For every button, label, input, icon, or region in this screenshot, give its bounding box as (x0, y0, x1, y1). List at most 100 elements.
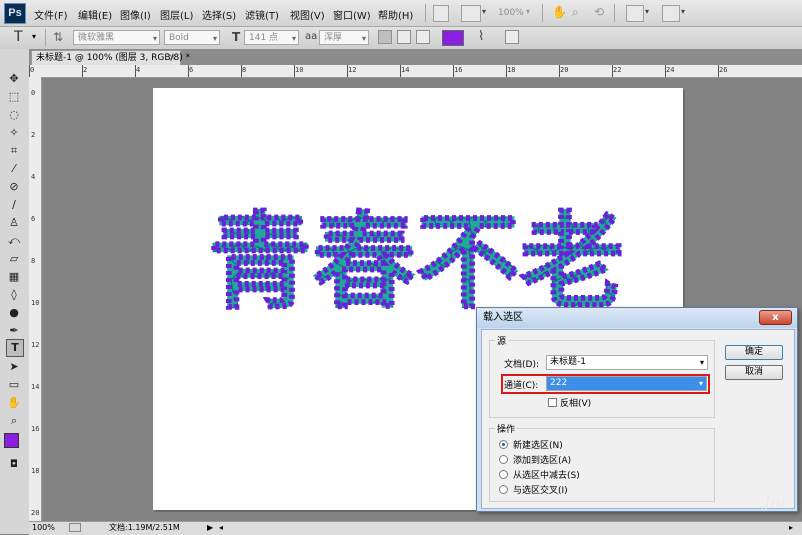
scroll-right-icon[interactable]: ▸ (789, 522, 793, 534)
chevron-down-icon: ▾ (212, 34, 217, 43)
load-selection-dialog: 载入选区 x 源 文档(D): 未标题-1 ▾ 通道(C): 222 ▾ 反相(V)… (476, 307, 798, 512)
photoshop-logo: Ps (4, 3, 26, 24)
character-panel-icon[interactable] (505, 30, 519, 44)
menu-layer[interactable]: 图层(L) (160, 7, 193, 22)
pen-tool-icon[interactable]: ✒ (6, 323, 22, 339)
separator (425, 4, 426, 22)
menu-window[interactable]: 窗口(W) (333, 7, 371, 22)
font-family-select[interactable]: 微软雅黑 ▾ (73, 30, 160, 45)
status-menu-arrow-icon[interactable]: ▶ (207, 522, 213, 534)
ruler-tick-label: 8 (242, 66, 247, 74)
ruler-tick (718, 65, 719, 77)
bridge-icon[interactable] (433, 5, 449, 22)
channel-select[interactable]: 222 ▾ (546, 376, 707, 391)
status-icon[interactable] (69, 523, 81, 532)
ruler-tick (29, 65, 30, 77)
document-tab[interactable]: 未标题-1 @ 100% (图层 3, RGB/8) * × (31, 50, 190, 66)
font-size-select[interactable]: 141 点 ▾ (244, 30, 299, 45)
chevron-down-icon[interactable]: ▾ (681, 7, 685, 16)
ruler-tick-label: 10 (31, 299, 40, 307)
chevron-down-icon: ▾ (361, 34, 366, 43)
dodge-tool-icon[interactable]: ● (6, 305, 22, 321)
radio-new-selection[interactable] (499, 440, 508, 449)
ruler-tick-label: 18 (507, 66, 516, 74)
font-family-value: 微软雅黑 (78, 33, 115, 43)
menu-edit[interactable]: 编辑(E) (78, 7, 112, 22)
zoom-tool-icon[interactable]: ⌕ (572, 5, 579, 20)
operation-new-selection: 新建选区(N) (513, 441, 563, 451)
menu-file[interactable]: 文件(F) (34, 7, 68, 22)
marquee-tool-icon[interactable]: ⬚ (6, 89, 22, 105)
ruler-tick-label: 14 (31, 383, 40, 391)
scroll-left-icon[interactable]: ◂ (219, 522, 223, 534)
radio-add-to-selection[interactable] (499, 455, 508, 464)
close-button[interactable]: x (759, 310, 792, 325)
blur-tool-icon[interactable]: ◊ (6, 287, 22, 303)
menu-view[interactable]: 视图(V) (290, 7, 325, 22)
foreground-color-swatch[interactable] (4, 433, 19, 448)
chevron-down-icon[interactable]: ▾ (526, 7, 530, 16)
lasso-tool-icon[interactable]: ◌ (6, 107, 22, 123)
quick-mask-icon[interactable]: ◘ (6, 457, 22, 473)
menu-help[interactable]: 帮助(H) (378, 7, 413, 22)
crop-tool-icon[interactable]: ⌗ (6, 143, 22, 159)
type-tool-icon[interactable]: T (6, 339, 24, 357)
path-selection-icon[interactable]: ➤ (6, 359, 22, 375)
separator (45, 29, 46, 47)
ruler-tick (135, 65, 136, 77)
gradient-tool-icon[interactable]: ▦ (6, 269, 22, 285)
radio-intersect-selection[interactable] (499, 485, 508, 494)
radio-subtract-from-selection[interactable] (499, 470, 508, 479)
shape-tool-icon[interactable]: ▭ (6, 377, 22, 393)
dialog-title: 载入选区 (477, 308, 797, 328)
chevron-down-icon[interactable]: ▾ (645, 7, 649, 16)
brush-tool-icon[interactable]: ∕ (6, 197, 22, 213)
arrange-documents-icon[interactable] (626, 5, 644, 22)
align-left-button[interactable] (378, 30, 392, 44)
document-select[interactable]: 未标题-1 ▾ (546, 355, 708, 370)
antialias-value: 浑厚 (324, 33, 343, 43)
type-tool-icon[interactable]: T (14, 29, 23, 45)
document-select-value: 未标题-1 (550, 357, 586, 367)
hand-tool-icon[interactable]: ✋ (552, 5, 567, 19)
eyedropper-icon[interactable]: ⁄ (6, 161, 22, 177)
history-brush-icon[interactable]: ⤺ (6, 233, 22, 249)
status-bar: 100% 文档:1.19M/2.51M ▶ ◂ ▸ (29, 521, 802, 535)
ruler-tick-label: 22 (613, 66, 622, 74)
magic-wand-icon[interactable]: ✧ (6, 125, 22, 141)
hand-tool-icon[interactable]: ✋ (6, 395, 22, 411)
ruler-tick-label: 2 (31, 131, 36, 139)
view-extras-icon[interactable] (461, 5, 481, 22)
font-style-select[interactable]: Bold ▾ (164, 30, 220, 45)
invert-checkbox[interactable] (548, 398, 557, 407)
warp-text-icon[interactable]: ⌇ (478, 29, 484, 44)
ok-button[interactable]: 确定 (725, 345, 783, 360)
clone-stamp-icon[interactable]: ♙ (6, 215, 22, 231)
cancel-button[interactable]: 取消 (725, 365, 783, 380)
menu-image[interactable]: 图像(I) (120, 7, 151, 22)
menu-select[interactable]: 选择(S) (202, 7, 236, 22)
close-icon[interactable]: × (168, 51, 176, 66)
zoom-readout[interactable]: 100% (32, 522, 55, 534)
screen-mode-icon[interactable] (662, 5, 680, 22)
zoom-tool-icon[interactable]: ⌕ (6, 413, 22, 429)
align-right-button[interactable] (416, 30, 430, 44)
zoom-level[interactable]: 100% (498, 8, 524, 18)
ruler-tick-label: 10 (295, 66, 304, 74)
text-color-swatch[interactable] (442, 30, 464, 46)
text-orientation-icon[interactable]: ⇅ (53, 30, 63, 44)
ruler-tick (506, 65, 507, 77)
ruler-tick-label: 6 (31, 215, 36, 223)
antialias-select[interactable]: 浑厚 ▾ (319, 30, 369, 45)
ruler-tick-label: 0 (30, 66, 35, 74)
menu-filter[interactable]: 滤镜(T) (245, 7, 279, 22)
rotate-view-icon[interactable]: ⟲ (594, 5, 604, 19)
move-tool-icon[interactable]: ✥ (6, 71, 22, 87)
ruler-tick-label: 2 (83, 66, 88, 74)
healing-brush-icon[interactable]: ⊘ (6, 179, 22, 195)
align-center-button[interactable] (397, 30, 411, 44)
eraser-icon[interactable]: ▱ (6, 251, 22, 267)
ruler-tick (188, 65, 189, 77)
chevron-down-icon[interactable]: ▾ (482, 7, 486, 16)
chevron-down-icon[interactable]: ▾ (32, 32, 36, 41)
